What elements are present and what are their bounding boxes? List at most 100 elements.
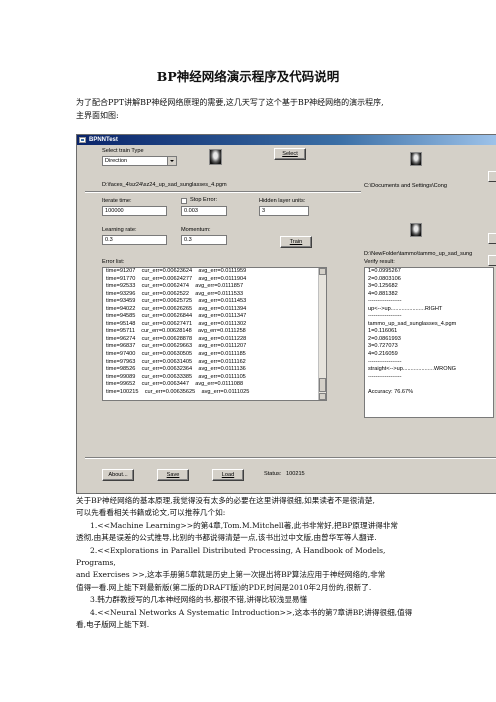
verify-result-row[interactable]: ------------------ — [365, 374, 493, 382]
ref-item-4b: 看,电子版网上能下到. — [76, 620, 150, 630]
error-list-row[interactable]: time=94585 cur_err=0.00626844 avg_err=0.… — [103, 313, 326, 321]
divider-bottom — [85, 457, 496, 459]
verify-result-row[interactable]: up<-->up......................RIGHT — [365, 306, 493, 314]
error-list-row[interactable]: time=99652 cur_err=0.0063447 avg_err=0.0… — [103, 381, 326, 389]
divider — [85, 191, 361, 193]
verify-result-row[interactable]: ------------------ — [365, 298, 493, 306]
ref-item-2c: 值得一看.网上能下到最新版(第二版的DRAFT版)的PDF,时间是2010年2月… — [76, 582, 372, 592]
window-title: BPNNTest — [89, 137, 118, 143]
chevron-down-icon[interactable] — [167, 157, 176, 165]
verify-result-label: Verify result: — [364, 259, 395, 265]
verify-result-row[interactable]: straight<-->up....................WRONG — [365, 366, 493, 374]
save-button[interactable]: Save — [157, 469, 189, 481]
load-button-label: Load — [221, 472, 235, 478]
error-list-rows: time=91207 cur_err=0.00623624 avg_err=0.… — [103, 268, 326, 396]
article-body: 关于BP神经网络的基本原理,我觉得没有太多的必要在这里讲得很细,如果读者不是很清… — [76, 495, 418, 631]
error-list-row[interactable]: time=96274 cur_err=0.00628878 avg_err=0.… — [103, 336, 326, 344]
hidden-units-input[interactable]: 3 — [259, 206, 309, 216]
hidden-units-label: Hidden layer units: — [259, 198, 306, 204]
select-button-label: Select — [282, 151, 298, 157]
side-button-1[interactable] — [488, 171, 496, 182]
momentum-input[interactable]: 0.3 — [181, 235, 227, 245]
side-button-2[interactable] — [488, 233, 496, 244]
verify-result-rows: 1=0.0995267 2=0.0803106 3=0.125682 4=0.8813… — [365, 268, 493, 396]
right-path-1: C:\Documents and Settings\Cong — [364, 183, 448, 189]
verify-result-row[interactable]: tammo_up_sad_sunglasses_4.pgm — [365, 321, 493, 329]
face-image-preview — [209, 149, 222, 165]
about-button[interactable]: About... — [102, 469, 134, 481]
window-titlebar[interactable]: BPNNTest — [77, 135, 496, 145]
error-list-scrollbar[interactable] — [318, 268, 326, 400]
ref-item-2b: and Exercises >>,这本手册第5章就是历史上第一次提出将BP算法应… — [76, 570, 386, 580]
bpnn-test-window: BPNNTest Select train Type Direction Sel… — [76, 134, 496, 494]
document-title: BP神经网络演示程序及代码说明 — [156, 69, 340, 84]
body-para-1: 关于BP神经网络的基本原理,我觉得没有太多的必要在这里讲得很细,如果读者不是很清… — [76, 496, 375, 505]
error-list-row[interactable]: time=95711 cur_err=0.00628148 avg_err=0.… — [103, 328, 326, 336]
iterate-time-input[interactable]: 100000 — [102, 206, 167, 216]
ref-item-2: 2.<<Explorations in Parallel Distributed… — [76, 545, 386, 568]
error-list-row[interactable]: time=93296 cur_err=0.0062522 avg_err=0.0… — [103, 291, 326, 299]
verify-result-row[interactable]: 1=0.116061 — [365, 328, 493, 336]
momentum-label: Momentum: — [181, 227, 211, 233]
error-list-row[interactable]: time=99089 cur_err=0.00633385 avg_err=0.… — [103, 374, 326, 382]
select-button[interactable]: Select — [274, 148, 306, 160]
status-label: Status: — [264, 471, 282, 477]
error-list-row[interactable]: time=92533 cur_err=0.0062474 avg_err=0.0… — [103, 283, 326, 291]
error-list-row[interactable]: time=97400 cur_err=0.00630505 avg_err=0.… — [103, 351, 326, 359]
ref-item-4: 4.<<Neural Networks A Systematic Introdu… — [90, 607, 413, 617]
error-list-row[interactable]: time=97963 cur_err=0.00631405 avg_err=0.… — [103, 359, 326, 367]
verify-result-row[interactable]: 3=0.727073 — [365, 343, 493, 351]
ref-item-3: 3.韩力群教授写的几本神经网络的书,都很不错,讲得比较浅显易懂 — [90, 595, 308, 605]
stop-error-label: Stop Error: — [190, 197, 218, 203]
learning-rate-label: Learning rate: — [102, 227, 137, 233]
error-list-row[interactable]: time=91770 cur_err=0.00624277 avg_err=0.… — [103, 276, 326, 284]
train-type-value: Direction — [105, 158, 128, 164]
load-button[interactable]: Load — [212, 469, 244, 481]
error-list-row[interactable]: time=98526 cur_err=0.00632364 avg_err=0.… — [103, 366, 326, 374]
scroll-up-icon[interactable] — [319, 268, 326, 275]
error-list-row[interactable]: time=95148 cur_err=0.00627471 avg_err=0.… — [103, 321, 326, 329]
about-button-label: About... — [108, 472, 128, 478]
error-list-row[interactable]: time=91207 cur_err=0.00623624 avg_err=0.… — [103, 268, 326, 276]
face-image-preview-2 — [410, 152, 422, 166]
right-path-2: D:\NewFolder\tammo\tammo_up_sad_sung — [364, 251, 473, 257]
status-value: 100215 — [286, 471, 305, 477]
error-list-row[interactable]: time=93459 cur_err=0.00625725 avg_err=0.… — [103, 298, 326, 306]
verify-result-row[interactable]: Accuracy: 76.67% — [365, 389, 493, 397]
verify-result-row[interactable]: 4=0.881382 — [365, 291, 493, 299]
intro-paragraph: 为了配合PPT讲解BP神经网络原理的需要,这几天写了这个基于BP神经网络的演示程… — [76, 97, 456, 122]
verify-result-row[interactable]: ------------------ — [365, 313, 493, 321]
error-list-row[interactable]: time=100215 cur_err=0.00635625 avg_err=0… — [103, 389, 326, 397]
ref-item-1: 1.<<Machine Learning>>的第4章,Tom.M.Mitchel… — [90, 520, 398, 530]
iterate-time-label: Iterate time: — [102, 198, 132, 204]
error-list-row[interactable]: time=96837 cur_err=0.00629663 avg_err=0.… — [103, 343, 326, 351]
error-list[interactable]: time=91207 cur_err=0.00623624 avg_err=0.… — [102, 267, 327, 401]
error-list-row[interactable]: time=94022 cur_err=0.00626265 avg_err=0.… — [103, 306, 326, 314]
select-train-type-label: Select train Type — [102, 148, 144, 154]
verify-result-row[interactable]: ------------------ — [365, 359, 493, 367]
intro-line-2: 主界面如图: — [76, 110, 119, 120]
verify-result-row[interactable]: 3=0.125682 — [365, 283, 493, 291]
scroll-thumb[interactable] — [319, 378, 326, 392]
face-image-preview-3 — [410, 223, 422, 237]
app-icon — [79, 137, 86, 143]
verify-result-row[interactable]: 4=0.216059 — [365, 351, 493, 359]
side-button-3[interactable] — [488, 255, 496, 266]
stop-error-input[interactable]: 0.003 — [181, 206, 227, 216]
train-button[interactable]: Train — [280, 236, 312, 248]
scroll-down-icon[interactable] — [319, 393, 326, 400]
verify-result-row[interactable]: 1=0.0995267 — [365, 268, 493, 276]
verify-result-row[interactable] — [365, 381, 493, 389]
train-type-dropdown[interactable]: Direction — [102, 156, 177, 166]
save-button-label: Save — [166, 472, 180, 478]
verify-result-row[interactable]: 2=0.0861993 — [365, 336, 493, 344]
verify-result-list[interactable]: 1=0.0995267 2=0.0803106 3=0.125682 4=0.8813… — [364, 267, 494, 418]
intro-line-1: 为了配合PPT讲解BP神经网络原理的需要,这几天写了这个基于BP神经网络的演示程… — [76, 98, 384, 107]
train-button-label: Train — [289, 239, 303, 245]
body-para-1b: 可以先看看相关书籍或论文,可以推荐几个如: — [76, 508, 226, 518]
train-file-path: D:\faces_4\sz24\sz24_up_sad_sunglasses_4… — [102, 182, 227, 188]
stop-error-checkbox[interactable] — [181, 198, 187, 204]
ref-item-1b: 透彻,由其是误差的公式推导,比别的书都说得清楚一点,该书出过中文版,由曾华军等人… — [76, 533, 377, 543]
verify-result-row[interactable]: 2=0.0803106 — [365, 276, 493, 284]
learning-rate-input[interactable]: 0.3 — [102, 235, 167, 245]
